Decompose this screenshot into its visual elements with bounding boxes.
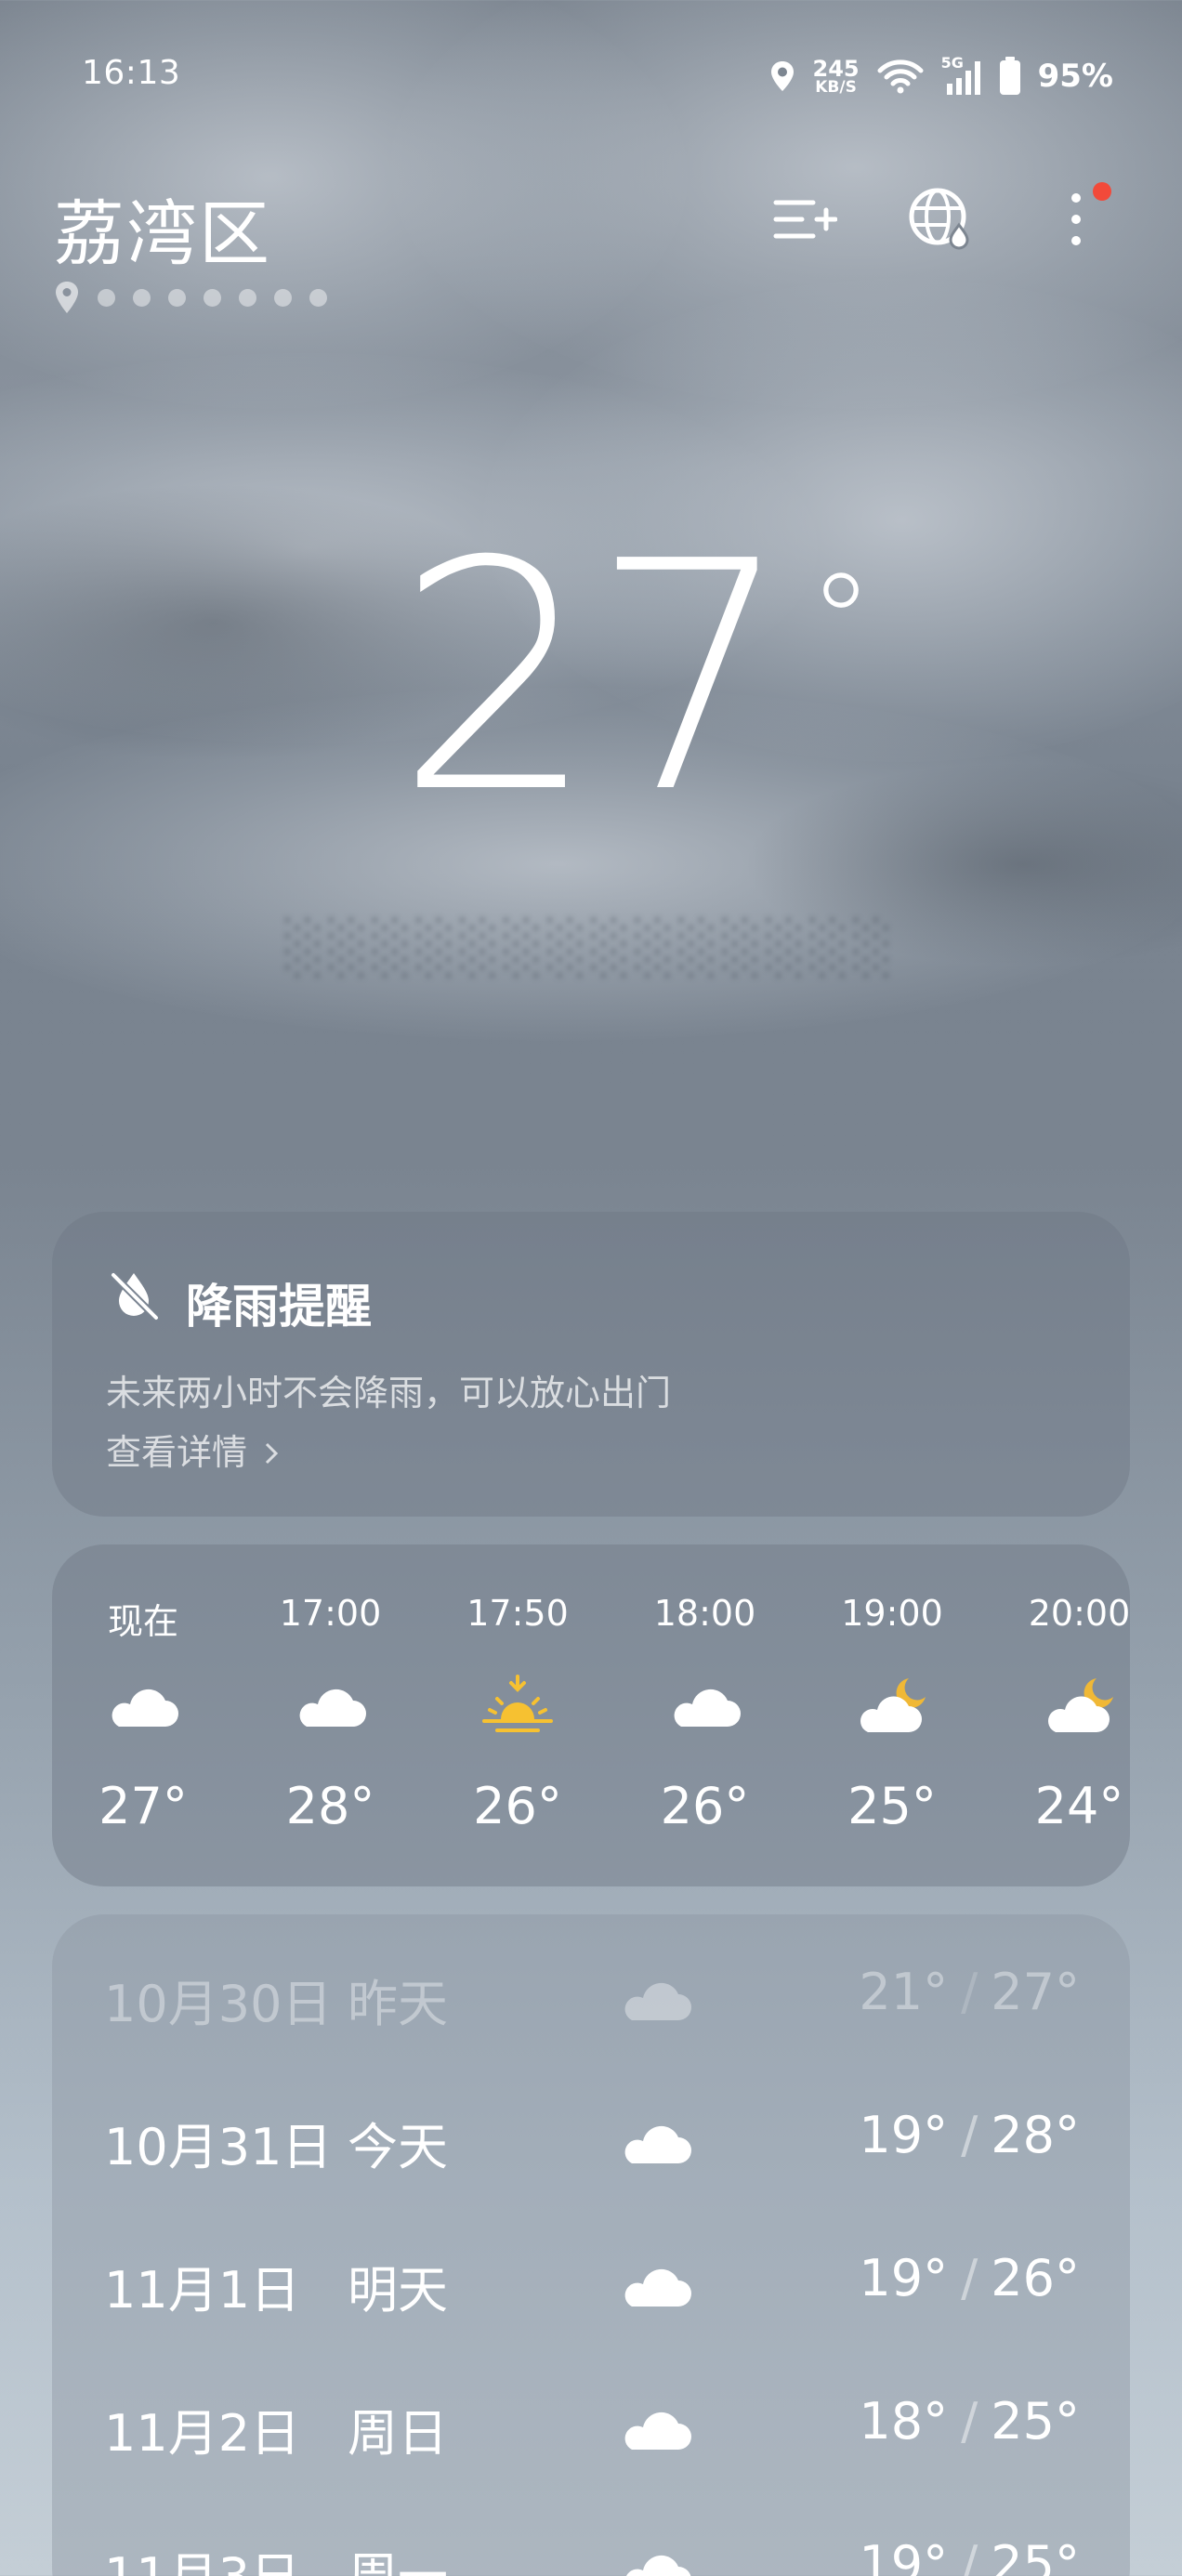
- city-name[interactable]: 荔湾区: [54, 177, 271, 279]
- daily-low: 18°: [859, 2392, 949, 2451]
- page-dot: [274, 288, 292, 307]
- daily-row[interactable]: 11月1日 明天 19°/26°: [52, 2228, 1130, 2321]
- daily-row[interactable]: 10月31日 今天 19°/28°: [52, 2085, 1130, 2178]
- status-bar: 16:13 245 KB/S 5G 95%: [0, 52, 1182, 104]
- cloud-icon: [619, 2541, 693, 2576]
- rain-alert-message: 未来两小时不会降雨，可以放心出门: [106, 1373, 672, 1413]
- daily-high: 25°: [991, 2392, 1080, 2451]
- daily-row[interactable]: 11月3日 周一 19° / 25°: [52, 2515, 1130, 2576]
- cloud-icon: [619, 1968, 693, 2024]
- page-dot: [98, 288, 115, 307]
- page-dot: [309, 288, 327, 307]
- daily-temp-range: 18°/25°: [859, 2392, 1080, 2451]
- hourly-time: 17:50: [466, 1593, 569, 1634]
- cloud-icon: [619, 2111, 693, 2167]
- daily-date: 11月2日: [104, 2404, 301, 2463]
- partly-cloudy-night-icon: [855, 1675, 929, 1740]
- daily-high: 27°: [991, 1963, 1080, 2021]
- wifi-icon: [877, 59, 924, 94]
- page-dot: [239, 288, 256, 307]
- cloud-icon: [668, 1675, 742, 1740]
- daily-temp-range: 21°/27°: [859, 1963, 1080, 2021]
- page-dot: [133, 288, 151, 307]
- range-separator: /: [961, 2392, 978, 2451]
- range-separator: /: [961, 1963, 978, 2021]
- daily-day-name: 周一: [348, 2535, 448, 2576]
- hourly-time: 18:00: [653, 1593, 756, 1634]
- daily-date: 11月3日: [104, 2535, 300, 2576]
- cloud-icon: [294, 1675, 368, 1740]
- view-details-link[interactable]: 查看详情: [106, 1424, 281, 1475]
- daily-date: 10月30日: [104, 1975, 333, 2033]
- globe-rain-icon: [909, 188, 969, 250]
- daily-low: 19°: [859, 2535, 949, 2576]
- range-separator: /: [961, 2249, 978, 2307]
- partly-cloudy-night-icon: [1043, 1675, 1117, 1740]
- daily-high: 25°: [991, 2535, 1080, 2576]
- chevron-right-icon: [266, 1442, 279, 1465]
- daily-day-name: 周日: [348, 2404, 448, 2463]
- daily-date: 11月1日: [104, 2261, 301, 2320]
- add-list-icon: [773, 200, 837, 239]
- global-weather-button[interactable]: [903, 182, 978, 256]
- hourly-time: 17:00: [279, 1593, 382, 1634]
- hourly-temp: 24°: [1034, 1777, 1124, 1835]
- no-rain-icon: [110, 1271, 160, 1321]
- page-dot: [168, 288, 186, 307]
- location-icon: [770, 61, 794, 91]
- daily-low: 19°: [859, 2249, 949, 2307]
- more-menu-button[interactable]: [1039, 182, 1113, 256]
- daily-low: 19°: [859, 2106, 949, 2164]
- daily-high: 26°: [991, 2249, 1080, 2307]
- hourly-temp: 26°: [473, 1777, 562, 1835]
- daily-high: 28°: [991, 2106, 1080, 2164]
- notification-dot: [1093, 182, 1111, 201]
- daily-temp-range: 19°/28°: [859, 2106, 1080, 2164]
- location-pin-icon: [56, 282, 78, 313]
- range-separator: /: [961, 2535, 978, 2576]
- rain-alert-card[interactable]: 降雨提醒 未来两小时不会降雨，可以放心出门 查看详情: [52, 1212, 1130, 1517]
- current-temperature: 27 °: [395, 494, 873, 862]
- hourly-temp: 27°: [98, 1777, 188, 1835]
- network-speed: 245 KB/S: [812, 55, 860, 97]
- signal-icon: 5G: [941, 54, 982, 97]
- daily-forecast-card[interactable]: 10月30日 昨天 21°/27° 10月31日 今天 19°/28° 11月1日 明天 19°…: [52, 1914, 1130, 2576]
- daily-day-name: 明天: [348, 2261, 448, 2320]
- hourly-time: 现在: [107, 1601, 178, 1642]
- hourly-time: 20:00: [1028, 1593, 1130, 1634]
- daily-day-name: 昨天: [348, 1975, 448, 2033]
- cloud-icon: [619, 2254, 693, 2310]
- page-indicator: [54, 281, 327, 314]
- battery-percent: 95%: [1037, 58, 1113, 95]
- condition-ghost-text: ░░░░░░░░░░░░░░: [284, 918, 898, 979]
- cloud-icon: [106, 1675, 180, 1740]
- range-separator: /: [961, 2106, 978, 2164]
- sunset-icon: [480, 1675, 555, 1740]
- battery-icon: [999, 57, 1020, 95]
- hourly-temp: 26°: [660, 1777, 750, 1835]
- cloud-icon: [619, 2398, 693, 2453]
- page-dot: [204, 288, 221, 307]
- daily-temp-range: 19°/26°: [859, 2249, 1080, 2307]
- more-vertical-icon: [1071, 193, 1081, 245]
- daily-low: 21°: [859, 1963, 949, 2021]
- rain-alert-title: 降雨提醒: [186, 1280, 372, 1334]
- daily-date: 10月31日: [104, 2118, 333, 2176]
- status-time: 16:13: [82, 54, 181, 92]
- hourly-forecast-card[interactable]: 现在 27° 17:00 28° 17:50 26° 18:00 26° 19:00 25° 20:…: [52, 1544, 1130, 1886]
- add-city-button[interactable]: [768, 182, 842, 256]
- daily-day-name: 今天: [348, 2118, 448, 2176]
- hourly-temp: 25°: [847, 1777, 937, 1835]
- daily-temp-range: 19° / 25°: [859, 2535, 1080, 2576]
- daily-row[interactable]: 10月30日 昨天 21°/27°: [52, 1942, 1130, 2035]
- hourly-temp: 28°: [285, 1777, 375, 1835]
- degree-symbol: °: [808, 546, 873, 698]
- daily-row[interactable]: 11月2日 周日 18°/25°: [52, 2372, 1130, 2464]
- system-icons: 245 KB/S 5G 95%: [768, 52, 1113, 100]
- hourly-time: 19:00: [841, 1593, 943, 1634]
